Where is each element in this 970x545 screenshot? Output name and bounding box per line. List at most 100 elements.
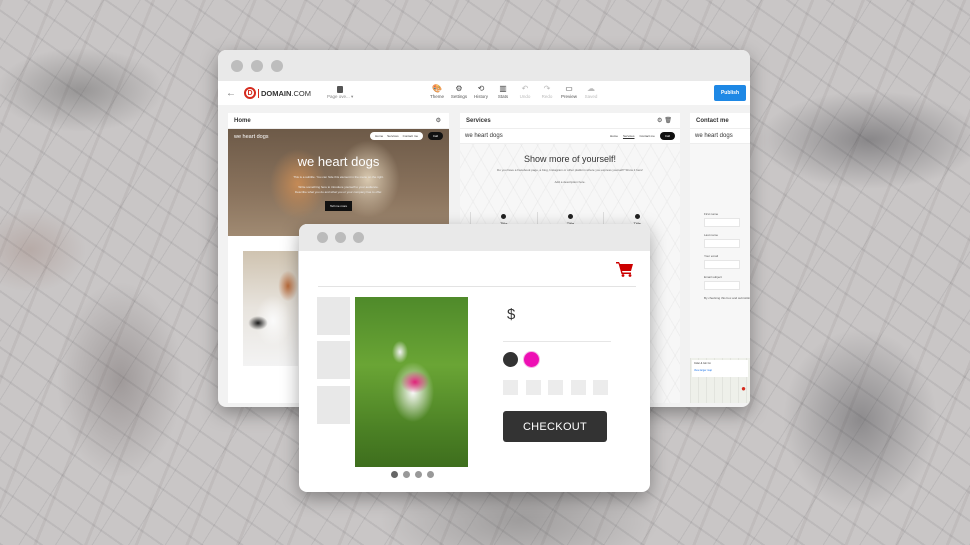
- editor-titlebar: [218, 50, 750, 81]
- stats-icon: ▥: [499, 84, 507, 93]
- gear-icon: ⚙: [455, 84, 463, 93]
- bullet-icon: [568, 214, 573, 219]
- tool-label: Undo: [519, 94, 531, 99]
- panel-title: Services: [466, 117, 491, 124]
- editor-toolbar: ← D DOMAIN.COM Page ove... ▾ 🎨 Theme ⚙ Sett…: [218, 81, 750, 105]
- page-icon: [337, 86, 344, 93]
- last-name-input[interactable]: [704, 239, 740, 248]
- color-swatch-pink[interactable]: [524, 352, 539, 367]
- hero-subtitle: This is a subtitle. You can hide this el…: [293, 175, 384, 179]
- email-label: Your email: [704, 254, 719, 258]
- tell-me-more-button[interactable]: Tell me more: [325, 201, 353, 211]
- size-option[interactable]: [503, 380, 518, 395]
- tool-undo[interactable]: ↶ Undo: [514, 84, 536, 99]
- tool-label: Redo: [541, 94, 553, 99]
- tool-redo[interactable]: ↷ Redo: [536, 84, 558, 99]
- hero-section: we heart dogs Home Services Contact me C…: [228, 129, 449, 236]
- first-name-label: First name: [704, 212, 719, 216]
- contact-form: First name Last name Your email Email su…: [690, 144, 750, 300]
- price-label: $: [507, 306, 516, 323]
- hero-text-1: Write something here to introduce yourse…: [298, 185, 379, 189]
- call-button[interactable]: Call: [427, 132, 443, 140]
- nav-home[interactable]: Home: [375, 134, 383, 138]
- first-name-input[interactable]: [704, 218, 740, 227]
- product-thumbnail[interactable]: [317, 341, 350, 379]
- page-overview-dropdown[interactable]: Page ove... ▾: [327, 86, 353, 100]
- bullet-icon: [501, 214, 507, 219]
- site-brand: we heart dogs: [465, 133, 503, 139]
- size-option[interactable]: [570, 380, 586, 395]
- header-divider: [318, 286, 636, 287]
- carousel-dot[interactable]: [391, 471, 398, 478]
- window-minimize-dot[interactable]: [251, 59, 263, 72]
- tool-saved[interactable]: ☁ Saved: [580, 84, 602, 99]
- domain-logo: D DOMAIN.COM: [244, 87, 311, 99]
- nav-services[interactable]: Services: [387, 134, 399, 138]
- consent-checkbox[interactable]: By checking this box and submitting: [704, 296, 750, 300]
- tool-preview[interactable]: ▭ Preview: [558, 84, 580, 99]
- window-close-dot[interactable]: [317, 232, 328, 243]
- site-brand: we heart dogs: [695, 133, 733, 139]
- page-overview-label: Page ove... ▾: [327, 94, 354, 99]
- map-pin-icon: ●: [741, 384, 746, 393]
- logo-text: DOMAIN: [261, 88, 292, 98]
- window-close-dot[interactable]: [231, 59, 243, 72]
- tool-history[interactable]: ⟲ History: [470, 84, 492, 99]
- page-panel-contact[interactable]: Contact me we heart dogs First name Last…: [690, 113, 750, 403]
- tool-theme[interactable]: 🎨 Theme: [426, 84, 448, 99]
- shop-titlebar: [299, 224, 650, 251]
- price-divider: [503, 341, 611, 342]
- product-thumbnail[interactable]: [317, 386, 350, 424]
- nav-contact[interactable]: Contact me: [403, 134, 418, 138]
- size-option[interactable]: [593, 380, 608, 395]
- product-photo: [355, 297, 468, 467]
- trash-icon[interactable]: 🗑: [664, 118, 674, 124]
- carousel-dot[interactable]: [415, 471, 422, 478]
- gear-icon[interactable]: ⚙: [436, 117, 443, 124]
- carousel-dot[interactable]: [427, 471, 434, 478]
- logo-tld: .COM: [291, 88, 312, 98]
- panel-title: Contact me: [696, 117, 729, 124]
- product-thumbnail[interactable]: [317, 297, 350, 335]
- shopping-cart-icon[interactable]: [616, 261, 634, 277]
- map-larger-link[interactable]: View larger map: [694, 369, 746, 372]
- hero-text-2: Describe what you do and what you or you…: [294, 190, 383, 194]
- logo-mark: D: [244, 87, 256, 99]
- publish-button[interactable]: Publish: [713, 85, 746, 101]
- carousel-dot[interactable]: [403, 471, 410, 478]
- preview-icon: ▭: [565, 84, 573, 93]
- undo-icon: ↶: [521, 84, 529, 93]
- hero-title: we heart dogs: [297, 154, 380, 169]
- nav-services[interactable]: Services: [623, 134, 635, 138]
- last-name-label: Last name: [704, 233, 719, 237]
- services-description: Do you have a Facebook page, a blog, Ins…: [497, 168, 643, 172]
- cloud-icon: ☁: [587, 84, 595, 93]
- nav-home[interactable]: Home: [610, 134, 618, 138]
- subject-input[interactable]: [704, 281, 740, 290]
- subject-label: Email subject: [704, 275, 722, 279]
- nav-contact[interactable]: Contact me: [639, 134, 654, 138]
- map-embed[interactable]: Cider & Gin Co View larger map ●: [690, 358, 750, 403]
- redo-icon: ↷: [543, 84, 551, 93]
- back-arrow-icon[interactable]: ←: [226, 88, 236, 99]
- size-option[interactable]: [525, 380, 541, 395]
- services-heading: Show more of yourself!: [523, 154, 617, 164]
- size-option[interactable]: [548, 380, 563, 395]
- color-swatch-dark[interactable]: [503, 352, 518, 367]
- tool-settings[interactable]: ⚙ Settings: [448, 84, 470, 99]
- bullet-icon: [634, 214, 640, 219]
- checkout-button[interactable]: CHECKOUT: [503, 411, 607, 442]
- palette-icon: 🎨: [432, 84, 442, 93]
- call-button[interactable]: Call: [659, 132, 675, 140]
- dog-photo: [243, 251, 298, 366]
- window-minimize-dot[interactable]: [335, 232, 346, 243]
- window-maximize-dot[interactable]: [353, 232, 364, 243]
- tool-stats[interactable]: ▥ Stats: [492, 84, 514, 99]
- add-description: Add a description here.: [554, 180, 586, 184]
- panel-title: Home: [234, 117, 251, 124]
- email-input[interactable]: [704, 260, 740, 269]
- carousel-dots: [391, 471, 434, 478]
- window-maximize-dot[interactable]: [271, 59, 283, 72]
- tool-label: Preview: [560, 94, 577, 99]
- tool-label: Theme: [429, 94, 444, 99]
